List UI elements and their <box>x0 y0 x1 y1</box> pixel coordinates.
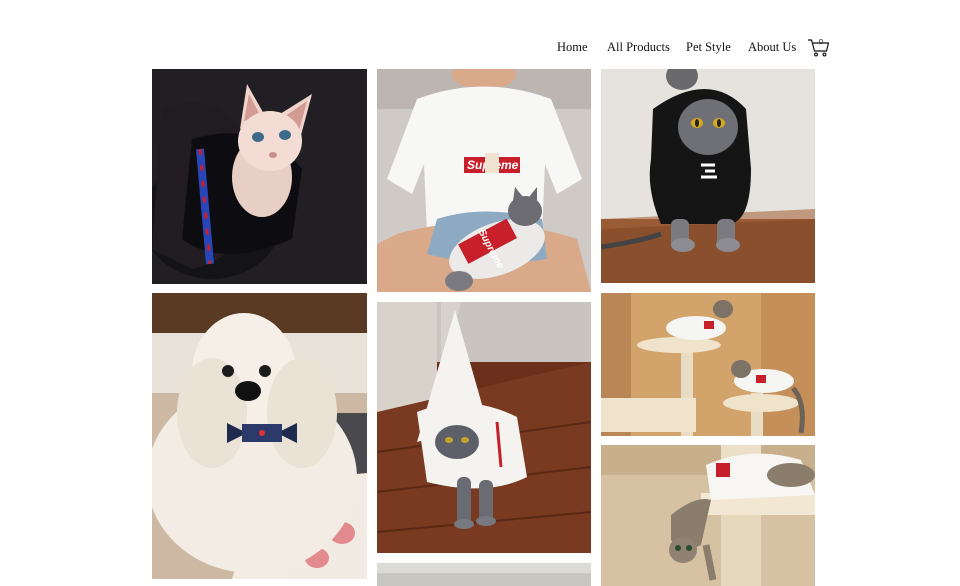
gallery-photo-sphynx-cat[interactable] <box>152 69 367 284</box>
gallery-photo-partial[interactable] <box>377 563 591 586</box>
photo-cat-hanging-image <box>601 445 815 586</box>
gallery-photo-cats-tree[interactable] <box>601 293 815 436</box>
photo-person-with-cat-image: Supreme Supreme <box>377 69 591 292</box>
photo-dog-bowtie-image <box>152 293 367 579</box>
cart-count-badge: 0 <box>819 39 823 46</box>
photo-sphynx-cat-image <box>152 69 367 284</box>
nav-home[interactable]: Home <box>557 40 588 55</box>
photo-cats-tree-image <box>601 293 815 436</box>
gallery-photo-person-with-cat[interactable]: Supreme Supreme <box>377 69 591 292</box>
site-header: Home All Products Pet Style About Us 0 <box>0 36 960 62</box>
cart-button[interactable]: 0 <box>807 36 831 58</box>
gallery-photo-dog-bowtie[interactable] <box>152 293 367 579</box>
nav-pet-style[interactable]: Pet Style <box>686 40 731 55</box>
photo-cat-black-hoodie-image <box>601 69 815 283</box>
photo-cat-white-hoodie-image <box>377 302 591 553</box>
gallery-photo-cat-hanging[interactable] <box>601 445 815 586</box>
gallery-photo-cat-white-hoodie[interactable] <box>377 302 591 553</box>
photo-partial-image <box>377 563 591 586</box>
nav-about-us[interactable]: About Us <box>748 40 796 55</box>
nav-all-products[interactable]: All Products <box>607 40 670 55</box>
gallery-photo-cat-black-hoodie[interactable] <box>601 69 815 283</box>
